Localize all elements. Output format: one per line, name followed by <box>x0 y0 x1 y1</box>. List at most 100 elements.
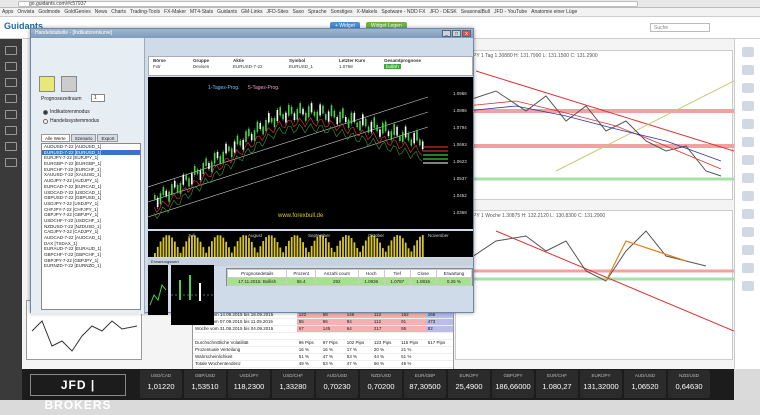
symbol-list[interactable]: AUDUSD-7-22 [AUDUSD_1] EURUSD-7-22 [EURUS… <box>41 143 141 310</box>
candlestick-chart[interactable]: 1-Tages-Prog. 5-Tages-Prog. 1.0966 1.0886 1.… <box>147 77 473 229</box>
bookmark-item[interactable]: MT4-Stats <box>190 8 213 16</box>
tab-export[interactable]: Export <box>97 134 119 142</box>
expert-avatar-icon[interactable] <box>741 119 754 129</box>
bookmark-item[interactable]: Saxo <box>292 8 303 16</box>
expert-avatar-icon[interactable] <box>741 209 754 219</box>
jfd-logo[interactable]: JFD | BROKERS <box>30 374 126 412</box>
menu-icon[interactable] <box>5 46 17 55</box>
bookmark-item[interactable]: Apps <box>2 8 13 16</box>
screener-icon[interactable] <box>5 126 17 135</box>
volume-bar <box>182 246 185 257</box>
ticker-item[interactable]: EUR/JPY 25,4900 <box>448 370 490 398</box>
tab-scenario[interactable]: Szenario <box>70 134 97 142</box>
ticker-item[interactable]: USD/CHF 1,33280 <box>272 370 314 398</box>
avatar[interactable] <box>741 47 754 57</box>
bg-chart-weekly[interactable]: EURJPY 1 Woche 1.30875 H: 132.2120 L: 13… <box>455 210 735 360</box>
expert-avatar-icon[interactable] <box>741 65 754 75</box>
info-header-label: Börse <box>153 58 166 63</box>
expert-avatar-icon[interactable] <box>741 245 754 255</box>
radio-system-mode[interactable]: Handelssystemmodus <box>43 118 99 124</box>
search-input[interactable]: Suche <box>650 23 710 32</box>
expert-avatar-icon[interactable] <box>741 173 754 183</box>
bookmark-item[interactable]: FX-Maker <box>164 8 186 16</box>
ticker-item[interactable]: AUD/USD 1,06520 <box>624 370 666 398</box>
expert-avatar-icon[interactable] <box>741 281 754 291</box>
minimize-button[interactable]: _ <box>442 30 451 37</box>
close-button[interactable]: x <box>462 30 471 37</box>
expert-avatar-icon[interactable] <box>741 137 754 147</box>
bookmark-item[interactable]: GoldGenies <box>64 8 90 16</box>
bookmark-item[interactable]: Anatomie einer Lüge <box>531 8 577 16</box>
maximize-button[interactable]: □ <box>452 30 461 37</box>
stats-cell: 21 % <box>399 346 426 354</box>
forecast-period-select[interactable]: 1 <box>91 94 105 102</box>
stats-cell: 115 Pips <box>399 339 426 347</box>
window-title[interactable]: Handelstabelle - [Indikatorenkurve] _ □ … <box>31 29 473 38</box>
forecast-cell: 17.11.2015: Bullish <box>226 277 288 286</box>
bookmark-item[interactable]: Charts <box>111 8 126 16</box>
ticker-item[interactable]: AUD/USD 0,70230 <box>316 370 358 398</box>
ticker-item[interactable]: USD/JPY 118,2300 <box>228 370 270 398</box>
mini-forecast-svg <box>171 275 214 301</box>
ticker-item[interactable]: USD/CAD 1,01220 <box>140 370 182 398</box>
volume-bar <box>401 238 404 257</box>
news-icon[interactable] <box>5 94 17 103</box>
bookmark-item[interactable]: Onvista <box>17 8 34 16</box>
bookmarks-bar: Apps Onvista Godmode GoldGenies News Charts Tr… <box>0 8 760 17</box>
bookmark-item[interactable]: Guidants <box>217 8 237 16</box>
volume-chart[interactable]: Juli August September Oktober November <box>148 231 473 257</box>
ticker-name: USD/CAD <box>150 373 172 378</box>
watchlist-icon[interactable] <box>5 110 17 119</box>
expert-avatar-icon[interactable] <box>741 263 754 273</box>
ticker-item[interactable]: EUR/CHF 1.080,27 <box>536 370 578 398</box>
address-bar[interactable]: go.guidants.com/#c57937 <box>18 1 638 7</box>
volume-bar <box>233 246 236 257</box>
bookmark-item[interactable]: X-Makels <box>356 8 377 16</box>
bookmark-item[interactable]: JFD-Sites <box>267 8 289 16</box>
bookmark-item[interactable]: Godmode <box>38 8 60 16</box>
volume-bar <box>410 251 413 257</box>
ticker-item[interactable]: NZD/USD 0,64630 <box>668 370 710 398</box>
ticker-item[interactable]: GBP/JPY 186,66000 <box>492 370 534 398</box>
candle <box>287 104 290 116</box>
chart-icon[interactable] <box>5 78 17 87</box>
expert-avatar-icon[interactable] <box>741 191 754 201</box>
expert-avatar-icon[interactable] <box>741 155 754 165</box>
bookmark-item[interactable]: SeasonalBull <box>461 8 490 16</box>
bookmark-item[interactable]: Sprache <box>308 8 327 16</box>
bookmark-item[interactable]: Spotware - NDD FX <box>381 8 425 16</box>
ticker-item[interactable]: EUR/GBP 87,30500 <box>404 370 446 398</box>
app-sidebar <box>0 39 22 400</box>
ticker-item[interactable]: EUR/JPY 131,32000 <box>580 370 622 398</box>
bookmark-item[interactable]: JFD - YouTube <box>494 8 527 16</box>
ticker-name: GBP/USD <box>194 373 216 378</box>
forecast-cell: 1.0836 <box>357 277 385 286</box>
bookmark-item[interactable]: JFD - DESK <box>430 8 457 16</box>
expert-avatar-icon[interactable] <box>741 227 754 237</box>
expert-avatar-icon[interactable] <box>741 101 754 111</box>
candlestick-svg: 1-Tages-Prog. 5-Tages-Prog. 1.0966 1.0886 1.… <box>147 85 467 220</box>
ticker-item[interactable]: GBP/USD 1,53510 <box>184 370 226 398</box>
bookmark-item[interactable]: News <box>95 8 108 16</box>
radio-indicator-mode[interactable]: Indikatorenmodus <box>43 109 90 115</box>
tab-all-values[interactable]: Alle Werte <box>41 134 70 142</box>
settings-icon[interactable] <box>5 158 17 167</box>
volume-bar <box>168 235 171 257</box>
forecast-table-row[interactable]: 17.11.2015: Bullish 55.4 292 1.0836 1.0787 1.… <box>226 277 473 286</box>
candle <box>401 132 404 142</box>
symbol-list-item[interactable]: EURNZD-7-22 [EURNZD_1] <box>42 263 140 269</box>
stats-cell <box>371 332 400 340</box>
portfolio-icon[interactable] <box>5 142 17 151</box>
bookmark-item[interactable]: Trading-Tools <box>130 8 160 16</box>
bookmark-item[interactable]: GM-Links <box>241 8 262 16</box>
bookmark-item[interactable]: Sonstiges <box>331 8 353 16</box>
save-icon[interactable] <box>61 76 77 92</box>
stats-cell: 17 % <box>344 346 372 354</box>
new-icon[interactable] <box>39 76 55 92</box>
forecast-header-cell: Erwartung <box>435 269 473 278</box>
desktop-icon[interactable] <box>5 62 17 71</box>
bg-chart-daily[interactable]: EURJPY 1 Tag 1.30880 H: 131.7990 L: 131.… <box>455 50 735 200</box>
expert-avatar-icon[interactable] <box>741 83 754 93</box>
ticker-item[interactable]: NZD/USD 0,70200 <box>360 370 402 398</box>
volume-bar <box>199 241 202 257</box>
